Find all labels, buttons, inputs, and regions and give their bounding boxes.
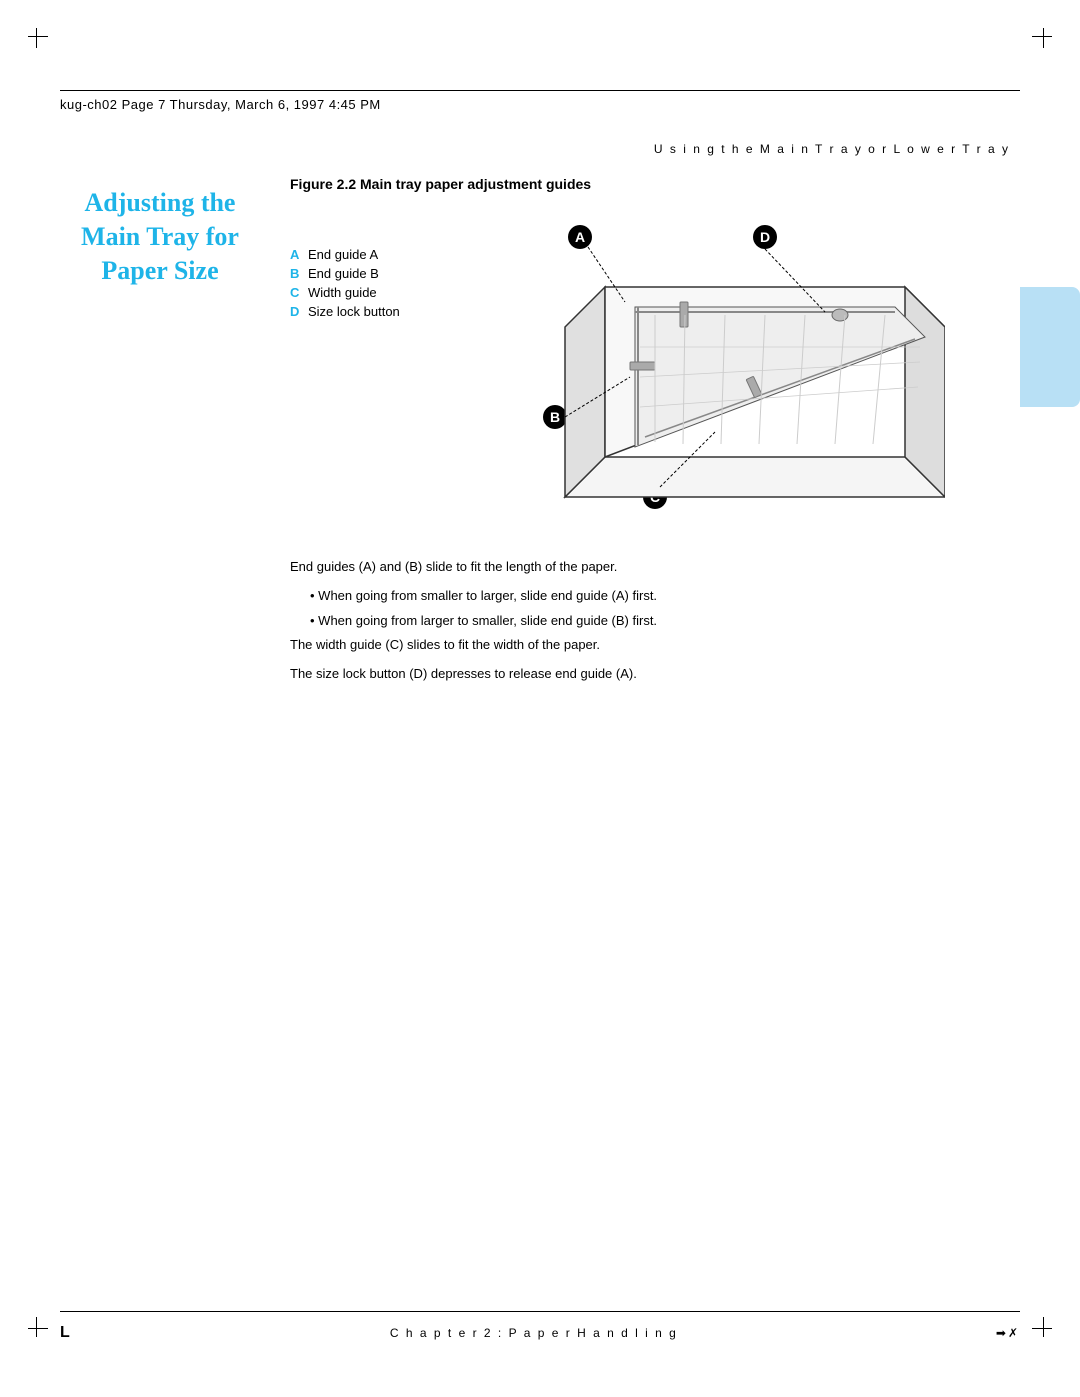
body-bullet2: When going from larger to smaller, slide… bbox=[310, 611, 1020, 632]
legend-item-c: C Width guide bbox=[290, 285, 450, 300]
title-line1: Adjusting the bbox=[60, 186, 260, 220]
legend-column: A End guide A B End guide B C Width guid… bbox=[290, 227, 450, 323]
body-para2: The width guide (C) slides to fit the wi… bbox=[290, 635, 1020, 656]
diagram-column: A D B C bbox=[450, 207, 1020, 527]
legend-letter-b: B bbox=[290, 266, 308, 281]
legend-letter-c: C bbox=[290, 285, 308, 300]
svg-text:D: D bbox=[760, 229, 770, 245]
legend-text-b: End guide B bbox=[308, 266, 379, 281]
footer-right: ➡✗ bbox=[996, 1326, 1020, 1340]
left-column: Adjusting the Main Tray for Paper Size bbox=[60, 176, 280, 693]
page: kug-ch02 Page 7 Thursday, March 6, 1997 … bbox=[0, 0, 1080, 1397]
corner-mark-tl bbox=[28, 28, 58, 58]
body-para1: End guides (A) and (B) slide to fit the … bbox=[290, 557, 1020, 578]
header-text: kug-ch02 Page 7 Thursday, March 6, 1997 … bbox=[60, 97, 381, 112]
corner-mark-tr bbox=[1022, 28, 1052, 58]
title-line3: Paper Size bbox=[60, 254, 260, 288]
running-header: U s i n g t h e M a i n T r a y o r L o … bbox=[60, 142, 1020, 156]
body-para3: The size lock button (D) depresses to re… bbox=[290, 664, 1020, 685]
text-section: End guides (A) and (B) slide to fit the … bbox=[290, 557, 1020, 685]
legend-item-d: D Size lock button bbox=[290, 304, 450, 319]
content-area: Adjusting the Main Tray for Paper Size F… bbox=[60, 176, 1020, 693]
figure-caption: Figure 2.2 Main tray paper adjustment gu… bbox=[290, 176, 1020, 192]
legend-item-b: B End guide B bbox=[290, 266, 450, 281]
tray-diagram: A D B C bbox=[525, 207, 945, 527]
corner-mark-bl bbox=[28, 1307, 58, 1337]
legend-text-d: Size lock button bbox=[308, 304, 400, 319]
blue-tab bbox=[1020, 287, 1080, 407]
svg-text:A: A bbox=[575, 229, 585, 245]
legend-text-a: End guide A bbox=[308, 247, 378, 262]
legend-letter-d: D bbox=[290, 304, 308, 319]
figure-section: A End guide A B End guide B C Width guid… bbox=[290, 207, 1020, 527]
header-line: kug-ch02 Page 7 Thursday, March 6, 1997 … bbox=[60, 90, 1020, 112]
title-line2: Main Tray for bbox=[60, 220, 260, 254]
footer-left: L bbox=[60, 1324, 72, 1342]
main-title: Adjusting the Main Tray for Paper Size bbox=[60, 186, 260, 287]
legend-text-c: Width guide bbox=[308, 285, 377, 300]
legend-letter-a: A bbox=[290, 247, 308, 262]
footer-line bbox=[60, 1311, 1020, 1312]
svg-text:B: B bbox=[550, 409, 560, 425]
body-bullet1: When going from smaller to larger, slide… bbox=[310, 586, 1020, 607]
footer-content: L C h a p t e r 2 : P a p e r H a n d l … bbox=[60, 1324, 1020, 1342]
footer-center: C h a p t e r 2 : P a p e r H a n d l i … bbox=[390, 1326, 678, 1340]
legend: A End guide A B End guide B C Width guid… bbox=[290, 247, 450, 319]
right-column: Figure 2.2 Main tray paper adjustment gu… bbox=[280, 176, 1020, 693]
legend-item-a: A End guide A bbox=[290, 247, 450, 262]
corner-mark-br bbox=[1022, 1307, 1052, 1337]
